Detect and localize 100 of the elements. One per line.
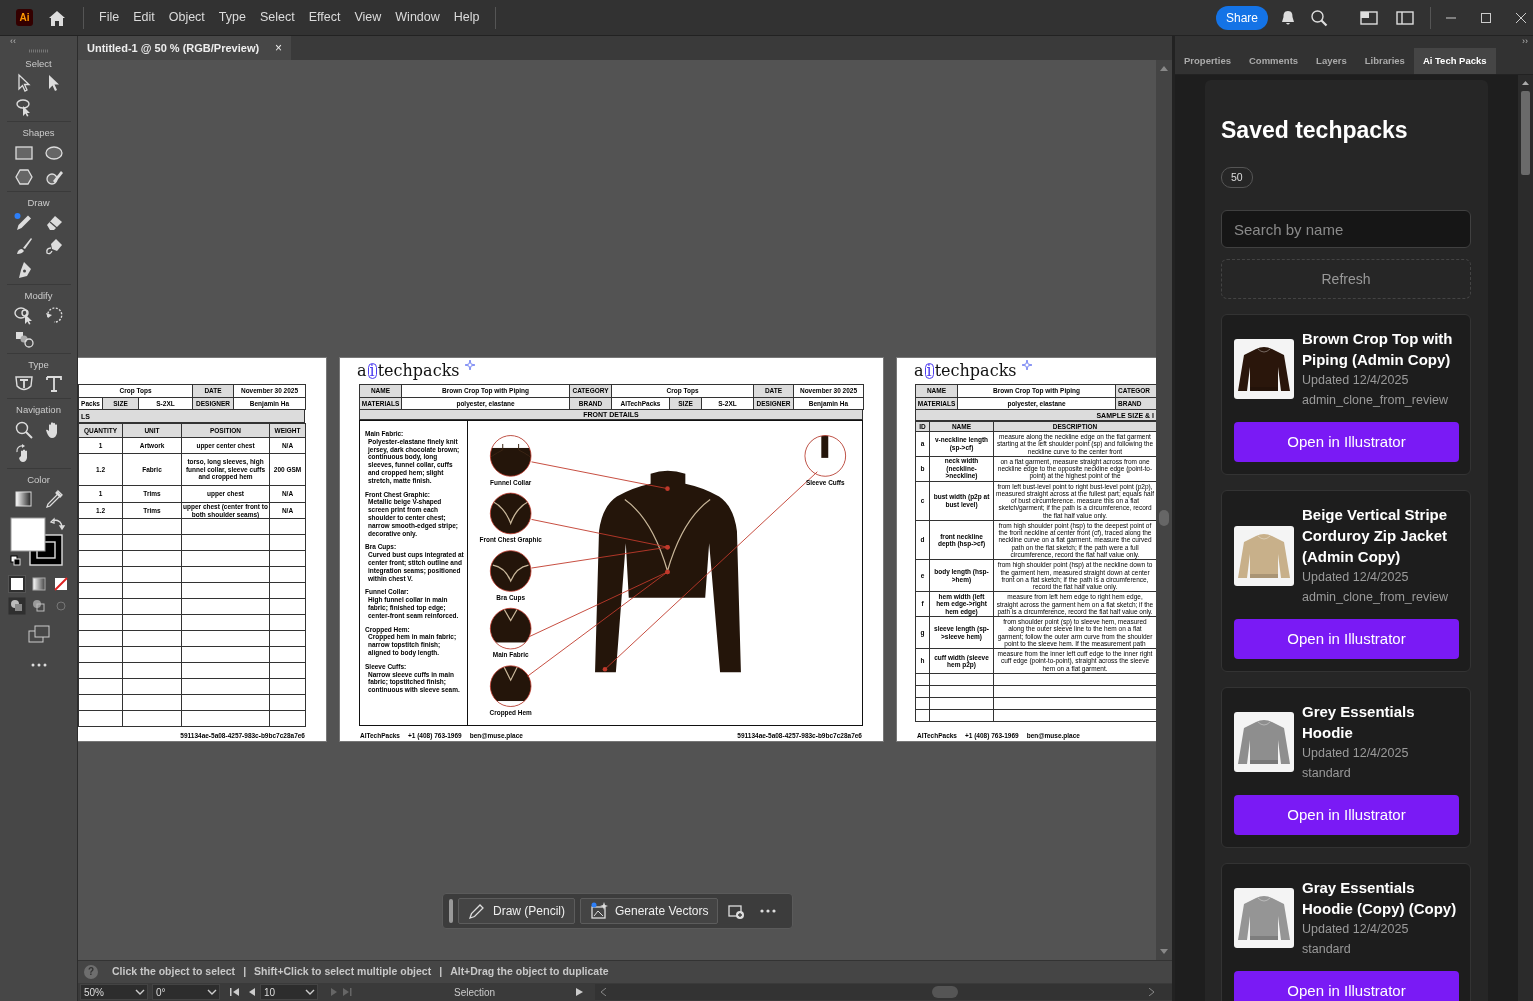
techpack-source: admin_clone_from_review [1302, 392, 1449, 410]
open-button[interactable]: Open in Illustrator [1234, 422, 1459, 463]
current-tool-label: Selection [454, 985, 497, 1000]
techpack-title: Gray Essentials Hoodie (Copy) (Copy) [1302, 878, 1458, 920]
bell-icon[interactable] [1280, 9, 1296, 26]
pencil-icon [468, 902, 486, 920]
document-tab[interactable]: Untitled-1 @ 50 % (RGB/Preview) × [78, 36, 292, 60]
toolbar-button[interactable]: Draw (Pencil) [458, 898, 575, 924]
techpack-title: Brown Crop Top with Piping (Admin Copy) [1302, 329, 1454, 371]
section-label: Type [28, 358, 49, 372]
vertical-scrollbar[interactable] [1156, 60, 1172, 960]
share-button[interactable]: Share [1215, 5, 1268, 30]
artboard-field[interactable]: 10 [260, 984, 318, 1000]
section-label: Modify [24, 288, 53, 303]
hint-text: Shift+Click to select multiple object [254, 964, 432, 980]
updated-date: Updated 12/4/2025 [1302, 921, 1410, 939]
menu-item[interactable]: Type [211, 8, 253, 27]
menu-item[interactable]: Select [252, 8, 302, 27]
scroll-right-icon[interactable] [1149, 988, 1154, 996]
blend-tool-icon[interactable] [13, 329, 34, 349]
add-image-icon[interactable] [727, 902, 746, 920]
hexagon-icon[interactable] [13, 166, 34, 187]
panel-tab[interactable]: Comments [1240, 48, 1308, 74]
menu-item[interactable]: Help [446, 8, 487, 27]
play-icon[interactable] [576, 987, 583, 997]
search-field[interactable]: Search by name [1221, 210, 1471, 249]
grip-handle[interactable] [449, 899, 453, 923]
panel-tab[interactable]: Ai Tech Packs [1413, 48, 1496, 74]
scroll-thumb[interactable] [1159, 510, 1169, 526]
menu-item[interactable]: Window [388, 8, 447, 27]
sparkle-icon [1022, 360, 1032, 370]
previous-artboard-icon[interactable] [248, 987, 256, 997]
techpack-title: Grey Essentials Hoodie [1302, 702, 1416, 744]
rotation-field[interactable]: 0° [152, 984, 220, 1000]
open-button[interactable]: Open in Illustrator [1234, 619, 1459, 660]
techpack-source: standard [1302, 765, 1352, 783]
logo: aitechpacks [914, 362, 1017, 380]
zoom-tool-icon[interactable] [13, 419, 34, 440]
home-icon[interactable] [47, 8, 67, 27]
open-button[interactable]: Open in Illustrator [1234, 971, 1459, 1001]
toolbar-button[interactable]: Generate Vectors [580, 898, 719, 924]
hint-text: | [439, 964, 443, 980]
scroll-thumb[interactable] [1521, 91, 1530, 175]
section-label: Select [25, 57, 52, 71]
panel-scrollbar[interactable] [1518, 75, 1533, 1001]
workspace-icon[interactable] [1360, 10, 1378, 25]
techpack-source: standard [1302, 941, 1352, 959]
caret-icon [305, 988, 315, 996]
scroll-thumb[interactable] [932, 986, 958, 998]
open-button[interactable]: Open in Illustrator [1234, 795, 1459, 836]
app-logo: Ai [16, 9, 33, 26]
hint-text: Click the object to select [112, 964, 236, 980]
menu-item[interactable]: Effect [301, 8, 348, 27]
collapse-button[interactable]: ‹‹ [0, 36, 16, 47]
search-icon[interactable] [1310, 8, 1328, 27]
pencil-icon[interactable] [13, 211, 34, 232]
count-badge: 50 [1221, 166, 1253, 189]
updated-date: Updated 12/4/2025 [1302, 569, 1410, 587]
draw-normal-icon[interactable] [7, 596, 26, 615]
first-artboard-icon[interactable] [230, 987, 240, 997]
menu-item[interactable]: File [92, 8, 127, 27]
panel-tab[interactable]: Libraries [1355, 48, 1414, 74]
panel-tab[interactable]: Layers [1307, 48, 1356, 74]
scroll-up-icon[interactable] [1522, 81, 1529, 85]
panel-tab[interactable]: Properties [1175, 48, 1240, 74]
scroll-up-icon[interactable] [1160, 66, 1168, 71]
section-label: Draw [27, 195, 50, 210]
sparkle-image-icon [590, 902, 608, 920]
panel-icon[interactable] [1396, 10, 1414, 25]
maximize-icon[interactable] [1480, 11, 1492, 24]
detail-circle [489, 492, 532, 535]
rotate-tool-icon[interactable] [43, 305, 64, 325]
zoom-field[interactable]: 50% [80, 984, 148, 1000]
caret-icon [207, 988, 217, 996]
screen-mode-icon[interactable] [27, 624, 50, 643]
collapse-button[interactable]: ›› [1175, 36, 1533, 48]
detail-circle [489, 607, 532, 650]
shape-builder-icon[interactable] [13, 305, 34, 325]
horizontal-scrollbar[interactable] [595, 984, 1172, 1000]
menu-item[interactable]: Object [161, 8, 212, 27]
close-icon[interactable] [1515, 11, 1527, 24]
eyedropper-icon[interactable] [43, 488, 64, 509]
document-title: Untitled-1 @ 50 % (RGB/Preview) [87, 40, 260, 56]
refresh-button[interactable]: Refresh [1221, 259, 1471, 300]
scroll-down-icon[interactable] [1160, 949, 1168, 954]
menu-item[interactable]: View [347, 8, 389, 27]
color-mode-icon[interactable] [7, 574, 26, 593]
section-label: Shapes [22, 126, 55, 141]
close-tab-button[interactable]: × [275, 39, 283, 57]
hint-text: | [243, 964, 247, 980]
section-label: Navigation [16, 403, 61, 418]
menu-item[interactable]: Edit [126, 8, 162, 27]
gradient-mode-icon[interactable] [29, 574, 48, 593]
type-tool-icon[interactable] [43, 374, 64, 395]
more-icon[interactable] [760, 909, 777, 913]
scroll-left-icon[interactable] [601, 988, 606, 996]
fill-stroke-icon[interactable] [9, 516, 68, 567]
gradient-tool-icon[interactable] [13, 488, 34, 509]
more-icon[interactable] [30, 662, 47, 667]
caret-icon [135, 988, 145, 996]
